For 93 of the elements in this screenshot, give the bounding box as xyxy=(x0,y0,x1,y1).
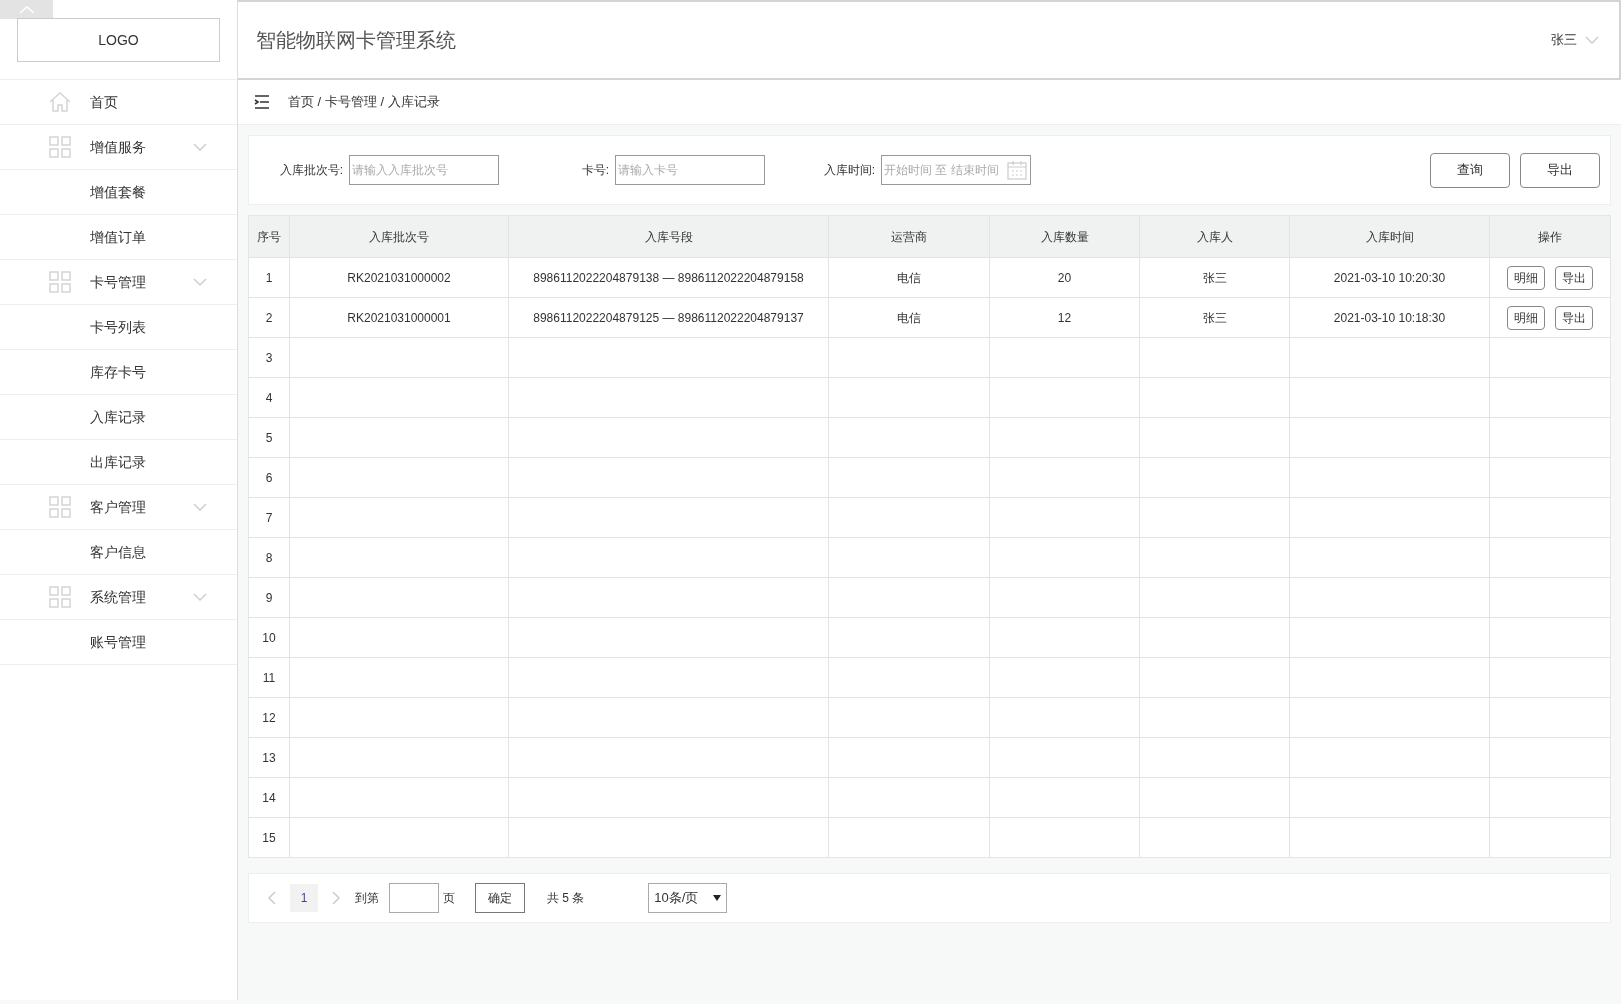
table-cell-text: 1 xyxy=(265,269,273,287)
table-cell-text: 12 xyxy=(1057,309,1072,327)
column-header: 入库数量 xyxy=(990,216,1140,257)
chevron-down-icon xyxy=(1585,36,1599,44)
column-header: 序号 xyxy=(249,216,290,257)
confirm-button[interactable]: 确定 xyxy=(475,883,525,913)
input-field[interactable]: 请输入入库批次号 xyxy=(349,155,499,185)
sidebar-subitem[interactable]: 增值订单 xyxy=(0,215,237,260)
menu-icon[interactable] xyxy=(254,95,270,109)
grid-icon xyxy=(49,136,71,158)
table-cell-text: 20 xyxy=(1057,269,1072,287)
detail-button[interactable]: 明细 xyxy=(1506,265,1545,290)
caret-down-icon xyxy=(713,895,722,901)
page-button[interactable]: 1 xyxy=(290,884,318,912)
page-input[interactable] xyxy=(389,883,439,913)
user-menu[interactable]: 张三 xyxy=(1551,30,1599,50)
table-cell-text: 14 xyxy=(262,789,276,807)
column-header: 操作 xyxy=(1536,228,1563,246)
table-cell-text: 15 xyxy=(262,829,276,847)
sidebar-item-label: 客户管理 xyxy=(90,497,147,517)
sidebar-item[interactable]: 系统管理 xyxy=(0,575,237,620)
sidebar-item-label: 系统管理 xyxy=(90,587,147,607)
filter-label: 卡号: xyxy=(580,162,609,179)
table-cell-text: RK2021031000001 xyxy=(347,309,451,327)
column-header: 运营商 xyxy=(829,216,990,257)
breadcrumb: 首页 / 卡号管理 / 入库记录 xyxy=(288,93,440,112)
grid-icon xyxy=(49,496,71,518)
table-cell-text: 10 xyxy=(262,629,276,647)
table-cell-text: 2021-03-10 10:18:30 xyxy=(1333,309,1446,327)
column-header: 入库时间 xyxy=(1290,216,1490,257)
filter-label: 入库时间: xyxy=(822,162,875,179)
table-cell-text: 2021-03-10 10:20:30 xyxy=(1333,269,1446,287)
sidebar-item-label: 卡号管理 xyxy=(90,272,147,292)
export-button[interactable]: 导出 xyxy=(1520,152,1600,188)
chevron-down-icon xyxy=(193,143,207,151)
table-cell-text: 12 xyxy=(262,709,276,727)
table-cell-text: 电信 xyxy=(897,309,921,327)
calendar-icon xyxy=(1006,159,1028,181)
table-cell-text: RK2021031000002 xyxy=(347,269,451,287)
table-cell-text: 8 xyxy=(265,549,273,567)
table-cell-text: 9 xyxy=(265,589,273,607)
sidebar-subitem[interactable]: 卡号列表 xyxy=(0,305,237,350)
page-size-select[interactable]: 10条/页 xyxy=(648,883,728,913)
table-cell-text: 5 xyxy=(265,429,273,447)
detail-button[interactable]: 明细 xyxy=(1506,305,1545,330)
home-icon xyxy=(48,90,72,114)
table-cell-text: 7 xyxy=(265,509,273,527)
caret-up-icon xyxy=(18,5,35,14)
table-cell-text: 13 xyxy=(262,749,276,767)
table-cell-text: 2 xyxy=(265,309,273,327)
sidebar-subitem[interactable]: 账号管理 xyxy=(0,620,237,665)
table-cell-text: 电信 xyxy=(897,269,921,287)
table-cell-text: 4 xyxy=(265,389,273,407)
sidebar-item[interactable]: 客户管理 xyxy=(0,485,237,530)
sidebar-item-label: 增值服务 xyxy=(90,137,147,157)
table-cell-text: 6 xyxy=(265,469,273,487)
filter-label: 入库批次号: xyxy=(278,162,343,179)
sidebar-subitem[interactable]: 客户信息 xyxy=(0,530,237,575)
table-cell-text: 11 xyxy=(262,669,276,687)
chevron-down-icon xyxy=(193,503,207,511)
table-cell-text: 3 xyxy=(265,349,273,367)
page-suffix: 页 xyxy=(443,890,455,907)
sidebar-item[interactable]: 首页 xyxy=(0,80,237,125)
logo-box: LOGO xyxy=(17,18,220,62)
chevron-down-icon xyxy=(193,593,207,601)
sidebar-subitem[interactable]: 出库记录 xyxy=(0,440,237,485)
table-cell-text: 8986112022204879125 — 8986112022204879137 xyxy=(533,309,804,327)
table-cell-text: 张三 xyxy=(1202,309,1227,327)
column-header: 入库号段 xyxy=(509,216,829,257)
table-cell-text: 张三 xyxy=(1202,269,1227,287)
chevron-left-icon[interactable] xyxy=(267,891,276,905)
sidebar-subitem[interactable]: 库存卡号 xyxy=(0,350,237,395)
column-header: 入库人 xyxy=(1140,216,1290,257)
input-field[interactable]: 请输入卡号 xyxy=(615,155,765,185)
query-button[interactable]: 查询 xyxy=(1430,152,1510,188)
export-button[interactable]: 导出 xyxy=(1554,305,1593,330)
goto-label: 到第 xyxy=(355,890,379,907)
chevron-down-icon xyxy=(193,278,207,286)
sidebar-subitem[interactable]: 增值套餐 xyxy=(0,170,237,215)
sidebar-item-label: 首页 xyxy=(90,92,119,112)
total-count: 共 5 条 xyxy=(547,890,585,907)
sidebar-item[interactable]: 增值服务 xyxy=(0,125,237,170)
chevron-right-icon[interactable] xyxy=(332,891,341,905)
sidebar-item[interactable]: 卡号管理 xyxy=(0,260,237,305)
table-cell-text: 8986112022204879138 — 8986112022204879158 xyxy=(533,269,804,287)
column-header: 入库批次号 xyxy=(290,216,509,257)
grid-icon xyxy=(49,271,71,293)
collapse-tab[interactable] xyxy=(0,0,53,19)
date-range-field[interactable]: 开始时间 至 结束时间 xyxy=(881,155,1031,185)
grid-icon xyxy=(49,586,71,608)
export-button[interactable]: 导出 xyxy=(1554,265,1593,290)
sidebar-subitem[interactable]: 入库记录 xyxy=(0,395,237,440)
app-title: 智能物联网卡管理系统 xyxy=(256,28,457,53)
